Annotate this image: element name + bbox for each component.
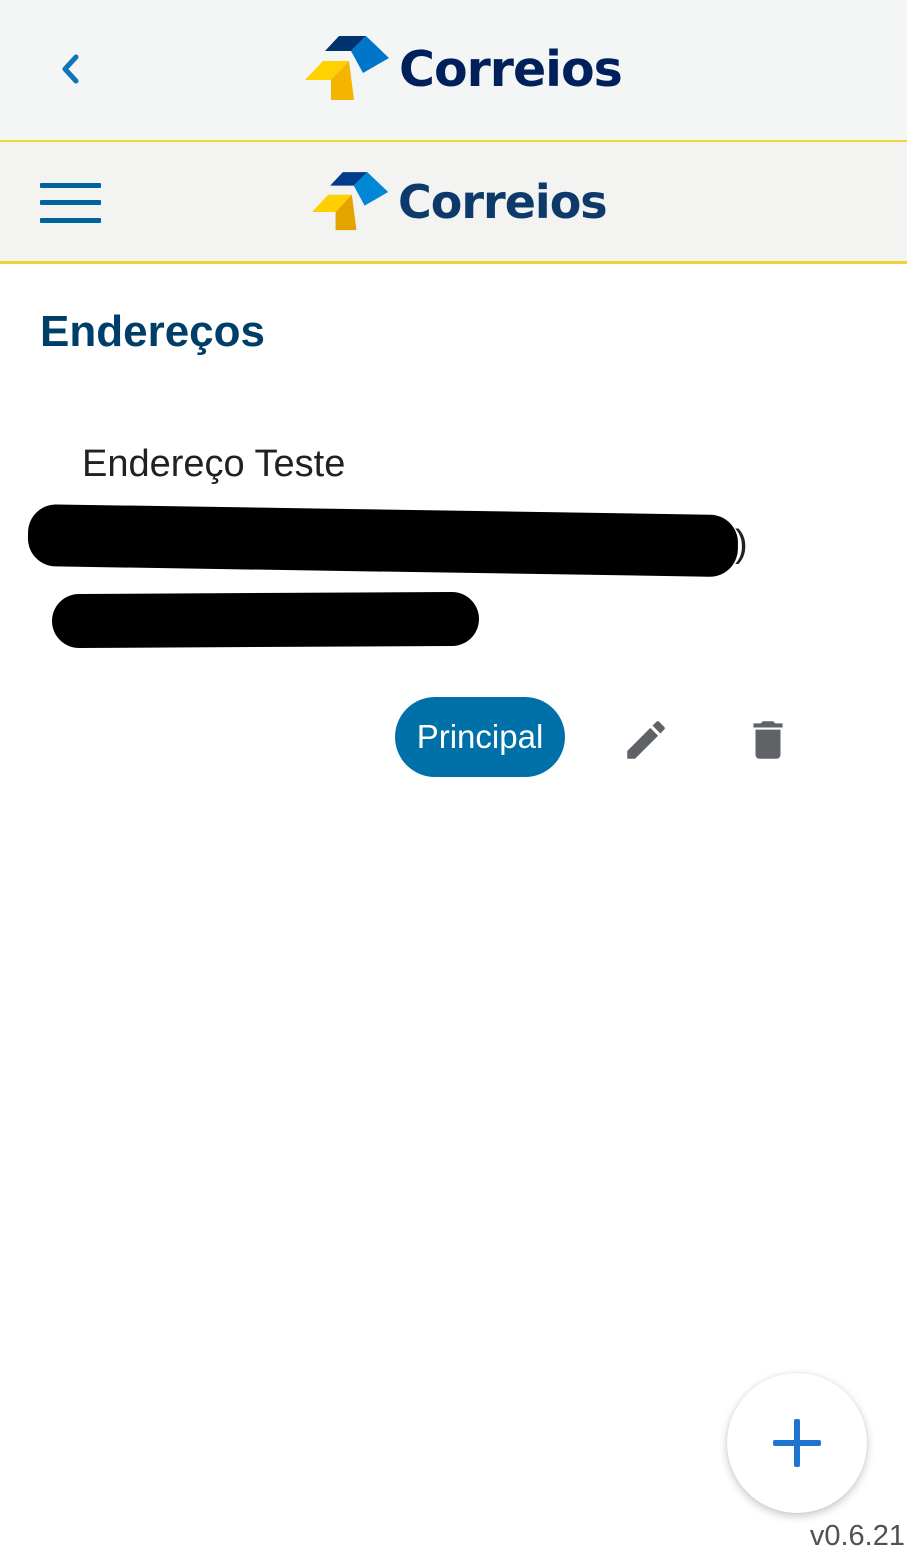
page-title: Endereços xyxy=(40,307,265,356)
hamburger-line-top xyxy=(40,183,101,188)
add-address-button[interactable] xyxy=(727,1373,867,1513)
edit-address-button[interactable] xyxy=(616,710,676,770)
addresses-screen: Correios Correios Endereços Endereço Tes… xyxy=(0,0,907,1554)
chevron-left-icon xyxy=(62,54,79,84)
app-toolbar: Correios xyxy=(0,142,907,264)
app-version: v0.6.21 xyxy=(809,1520,905,1552)
principal-button[interactable]: Principal xyxy=(395,697,565,777)
pencil-icon xyxy=(627,721,665,759)
logo-text: Correios xyxy=(399,40,623,98)
correios-logo-mark xyxy=(305,36,389,100)
toolbar-correios-logo: Correios xyxy=(312,172,608,232)
correios-logo-mark xyxy=(312,172,389,231)
redaction-bar-address-line-2 xyxy=(51,591,480,649)
delete-address-button[interactable] xyxy=(738,710,798,770)
back-button[interactable] xyxy=(48,46,94,92)
trash-icon xyxy=(753,721,783,759)
address-line-1-visible-end: ) xyxy=(735,523,748,565)
correios-logo: Correios xyxy=(305,36,623,102)
address-name: Endereço Teste xyxy=(82,443,346,485)
top-header: Correios xyxy=(0,0,907,142)
plus-icon xyxy=(773,1419,821,1467)
hamburger-line-middle xyxy=(40,200,101,205)
redaction-bar-address-line-1 xyxy=(27,504,739,578)
menu-button[interactable] xyxy=(38,182,104,226)
address-item: Endereço Teste ) Principal xyxy=(0,430,907,790)
hamburger-line-bottom xyxy=(40,218,101,223)
logo-text: Correios xyxy=(398,175,608,229)
